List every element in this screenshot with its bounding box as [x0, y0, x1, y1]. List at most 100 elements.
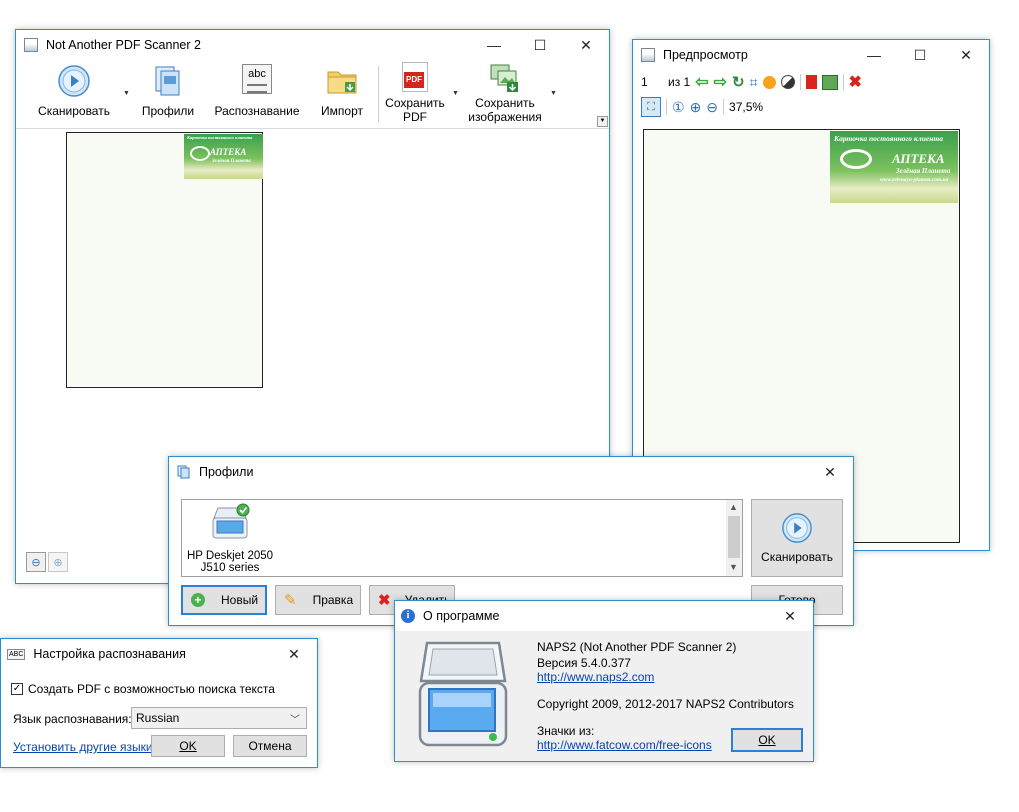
main-title: Not Another PDF Scanner 2	[46, 38, 201, 52]
install-languages-link[interactable]: Установить другие языки	[13, 740, 153, 754]
main-caption-buttons: — ☐ ✕	[471, 30, 609, 60]
zoom-out-icon[interactable]: ⊖	[26, 552, 46, 572]
edit-profile-button[interactable]: ✎ Правка	[275, 585, 361, 615]
scroll-thumb[interactable]	[728, 516, 740, 558]
next-page-icon[interactable]: ⇨	[714, 72, 727, 92]
preview-maximize-button[interactable]: ☐	[897, 40, 943, 70]
prev-page-icon[interactable]: ⇦	[695, 72, 708, 92]
import-label: Импорт	[321, 104, 363, 118]
pdf-icon-text: PDF	[404, 72, 424, 88]
edit-profile-label: Правка	[312, 593, 354, 607]
thumbnail-zoom-controls: ⊖ ⊕	[26, 552, 68, 572]
delete-icon: ✖	[378, 592, 391, 609]
rotate-icon[interactable]: ↻	[732, 73, 745, 91]
minimize-button[interactable]: —	[471, 30, 517, 60]
delete-icon[interactable]: ✖	[849, 72, 862, 92]
ocr-close-button[interactable]: ✕	[271, 639, 317, 669]
page-number-field[interactable]: 1	[641, 75, 663, 89]
zoom-in-icon[interactable]: ⊕	[48, 552, 68, 572]
scroll-down-icon[interactable]: ▼	[729, 562, 738, 572]
maximize-button[interactable]: ☐	[517, 30, 563, 60]
scan-icon	[58, 65, 90, 97]
thumb-card-logo	[190, 146, 210, 161]
ocr-caption-buttons: ✕	[271, 639, 317, 669]
about-dialog: i О программе ✕ NAPS2 (Not Another PDF S…	[394, 600, 814, 762]
preview-close-button[interactable]: ✕	[943, 40, 989, 70]
thumb-card-line3: Зелёная Планета	[212, 159, 251, 164]
save-pdf-button[interactable]: PDF Сохранить PDF	[382, 62, 448, 124]
close-button[interactable]: ✕	[563, 30, 609, 60]
profile-name-2: J510 series	[200, 562, 260, 574]
ocr-checkbox-row[interactable]: ✓ Создать PDF с возможностью поиска текс…	[11, 682, 275, 696]
save-pdf-dropdown-arrow[interactable]: ▼	[452, 90, 459, 97]
ocr-title-icon: ABC	[7, 648, 26, 660]
ocr-checkbox-label: Создать PDF с возможностью поиска текста	[28, 682, 275, 696]
ocr-cancel-label: Отмена	[248, 739, 292, 753]
toolbar-overflow-button[interactable]: ▼	[597, 116, 608, 127]
thumb-card-line1: Карточка постоянного клиента	[187, 135, 253, 140]
ocr-ok-button[interactable]: OK	[151, 735, 225, 757]
zoom-out-icon[interactable]: ⊖	[706, 99, 718, 116]
preview-app-icon	[641, 48, 655, 62]
new-profile-button[interactable]: + Новый	[181, 585, 267, 615]
brightness-icon[interactable]	[762, 75, 776, 89]
preview-minimize-button[interactable]: —	[851, 40, 897, 70]
profiles-title-icon	[177, 465, 190, 479]
profiles-list-scrollbar[interactable]: ▲ ▼	[726, 500, 742, 576]
ocr-language-select[interactable]: Russian ﹀	[131, 707, 307, 729]
profile-item[interactable]: HP Deskjet 2050 J510 series	[186, 502, 274, 576]
about-caption-buttons: ✕	[767, 601, 813, 631]
profiles-button[interactable]: Профили	[138, 64, 198, 118]
about-title: О программе	[423, 609, 500, 623]
profiles-titlebar: Профили	[169, 457, 853, 487]
ocr-checkbox[interactable]: ✓	[11, 683, 23, 695]
profiles-scan-label: Сканировать	[761, 550, 833, 564]
thumbnail-page[interactable]: Карточка постоянного клиента АПТЕКА Зелё…	[66, 132, 263, 388]
scan-button[interactable]: Сканировать	[34, 64, 114, 118]
save-pdf-icon[interactable]	[805, 75, 817, 89]
toolbar-sep-4	[723, 99, 725, 115]
about-ok-label: OK	[758, 733, 776, 747]
actual-size-icon[interactable]: ①	[672, 99, 685, 116]
save-image-icon[interactable]	[821, 74, 838, 90]
ocr-label: Распознавание	[214, 104, 300, 118]
import-button[interactable]: Импорт	[312, 64, 372, 118]
ocr-button[interactable]: abc Распознавание	[212, 64, 302, 118]
about-website-link[interactable]: http://www.naps2.com	[537, 670, 654, 684]
profiles-close-button[interactable]: ✕	[807, 457, 853, 487]
scan-dropdown-arrow[interactable]: ▼	[123, 90, 130, 97]
preview-card-logo	[840, 149, 872, 169]
info-icon: i	[401, 609, 415, 623]
about-icons-link[interactable]: http://www.fatcow.com/free-icons	[537, 738, 712, 752]
ocr-language-value: Russian	[136, 711, 180, 725]
profiles-list[interactable]: HP Deskjet 2050 J510 series ▲ ▼	[181, 499, 743, 577]
chevron-down-icon: ﹀	[290, 714, 300, 726]
pdf-icon: PDF	[402, 62, 428, 92]
about-ok-button[interactable]: OK	[731, 728, 803, 752]
scroll-up-icon[interactable]: ▲	[729, 502, 738, 512]
preview-card-line3: Зелёная Планета	[896, 167, 951, 175]
contrast-icon[interactable]	[780, 75, 795, 89]
ocr-title: Настройка распознавания	[33, 647, 186, 661]
about-copyright: Copyright 2009, 2012-2017 NAPS2 Contribu…	[537, 697, 794, 711]
preview-card-line1: Карточка постоянного клиента	[834, 134, 943, 143]
save-images-dropdown-arrow[interactable]: ▼	[550, 90, 557, 97]
fit-page-icon[interactable]: ⛶	[641, 97, 661, 117]
about-app-name: NAPS2 (Not Another PDF Scanner 2)	[537, 640, 737, 654]
preview-card-line4: www.zelenaya-planeta.com.ua	[880, 177, 949, 183]
save-images-button[interactable]: Сохранить изображения	[462, 62, 548, 124]
about-close-button[interactable]: ✕	[767, 601, 813, 631]
ocr-abc-icon: abc	[242, 64, 272, 94]
ocr-cancel-button[interactable]: Отмена	[233, 735, 307, 757]
crop-icon[interactable]: ⌗	[750, 74, 758, 91]
toolbar-sep-1	[799, 74, 801, 90]
zoom-in-icon[interactable]: ⊕	[690, 99, 702, 116]
toolbar-separator	[378, 66, 379, 122]
folder-icon	[327, 71, 357, 94]
ocr-icon-lines	[247, 84, 267, 93]
scanner-icon	[212, 503, 250, 539]
profiles-scan-button[interactable]: Сканировать	[751, 499, 843, 577]
profiles-scan-icon	[782, 513, 812, 543]
about-icons-label: Значки из:	[537, 724, 595, 738]
save-images-icon	[490, 64, 518, 92]
